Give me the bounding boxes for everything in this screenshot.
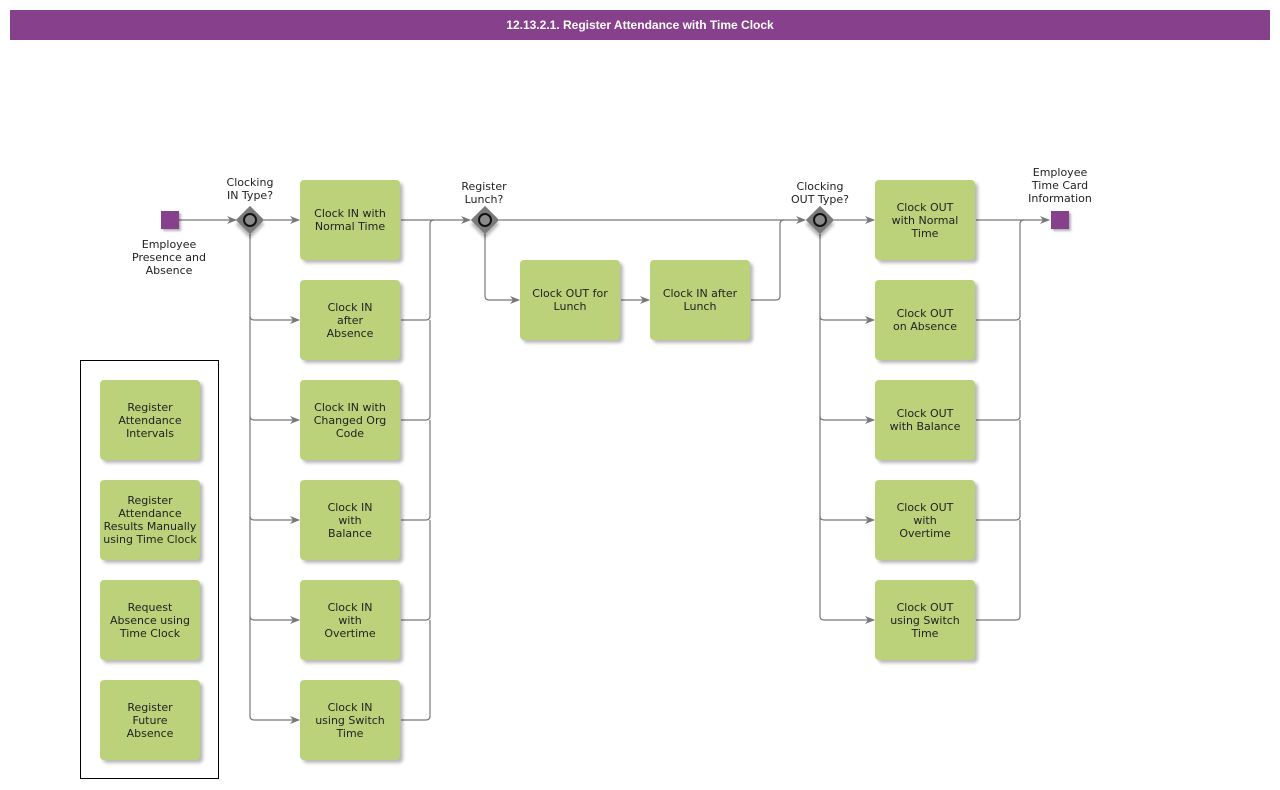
clockout-gateway-label: Clocking OUT Type? [790, 180, 850, 206]
flow-lunch-gateway-to-clockout-lunch [484, 234, 520, 304]
task-register-attendance-intervals[interactable]: Register Attendance Intervals [100, 380, 200, 460]
task-clockin-normal-time[interactable]: Clock IN with Normal Time [300, 180, 400, 260]
lunch-gateway-label: Register Lunch? [461, 180, 507, 206]
task-clockout-normal-time[interactable]: Clock OUT with Normal Time [875, 180, 975, 260]
clockin-gateway-label: Clocking IN Type? [226, 176, 274, 202]
flow-gateway-to-clockin-after-absence [249, 234, 300, 324]
inclusive-gateway-icon [243, 213, 257, 227]
task-clockin-with-overtime[interactable]: Clock IN with Overtime [300, 580, 400, 660]
task-clockin-switch-time[interactable]: Clock IN using Switch Time [300, 680, 400, 760]
start-event[interactable] [161, 211, 179, 229]
task-clockout-on-absence[interactable]: Clock OUT on Absence [875, 280, 975, 360]
task-clockin-with-balance[interactable]: Clock IN with Balance [300, 480, 400, 560]
task-register-future-absence[interactable]: Register Future Absence [100, 680, 200, 760]
flow-gateway-to-clockin-changed-org [249, 316, 300, 424]
task-clockin-after-absence[interactable]: Clock IN after Absence [300, 280, 400, 360]
task-clockout-for-lunch[interactable]: Clock OUT for Lunch [520, 260, 620, 340]
flow-gateway-to-clockin-overtime [249, 516, 300, 624]
task-clockout-switch-time[interactable]: Clock OUT using Switch Time [875, 580, 975, 660]
end-event-label: Employee Time Card Information [1028, 166, 1092, 205]
task-register-attendance-results-manually[interactable]: Register Attendance Results Manually usi… [100, 480, 200, 560]
task-clockin-changed-org-code[interactable]: Clock IN with Changed Org Code [300, 380, 400, 460]
task-clockout-with-overtime[interactable]: Clock OUT with Overtime [875, 480, 975, 560]
end-event[interactable] [1051, 211, 1069, 229]
inclusive-gateway-icon [813, 213, 827, 227]
flow-gateway-to-clockin-balance [249, 416, 300, 524]
flow-gateway-to-clockin-switch [249, 616, 300, 724]
start-event-label: Employee Presence and Absence [132, 238, 206, 277]
task-request-absence-time-clock[interactable]: Request Absence using Time Clock [100, 580, 200, 660]
task-clockout-with-balance[interactable]: Clock OUT with Balance [875, 380, 975, 460]
task-clockin-after-lunch[interactable]: Clock IN after Lunch [650, 260, 750, 340]
inclusive-gateway-icon [478, 213, 492, 227]
